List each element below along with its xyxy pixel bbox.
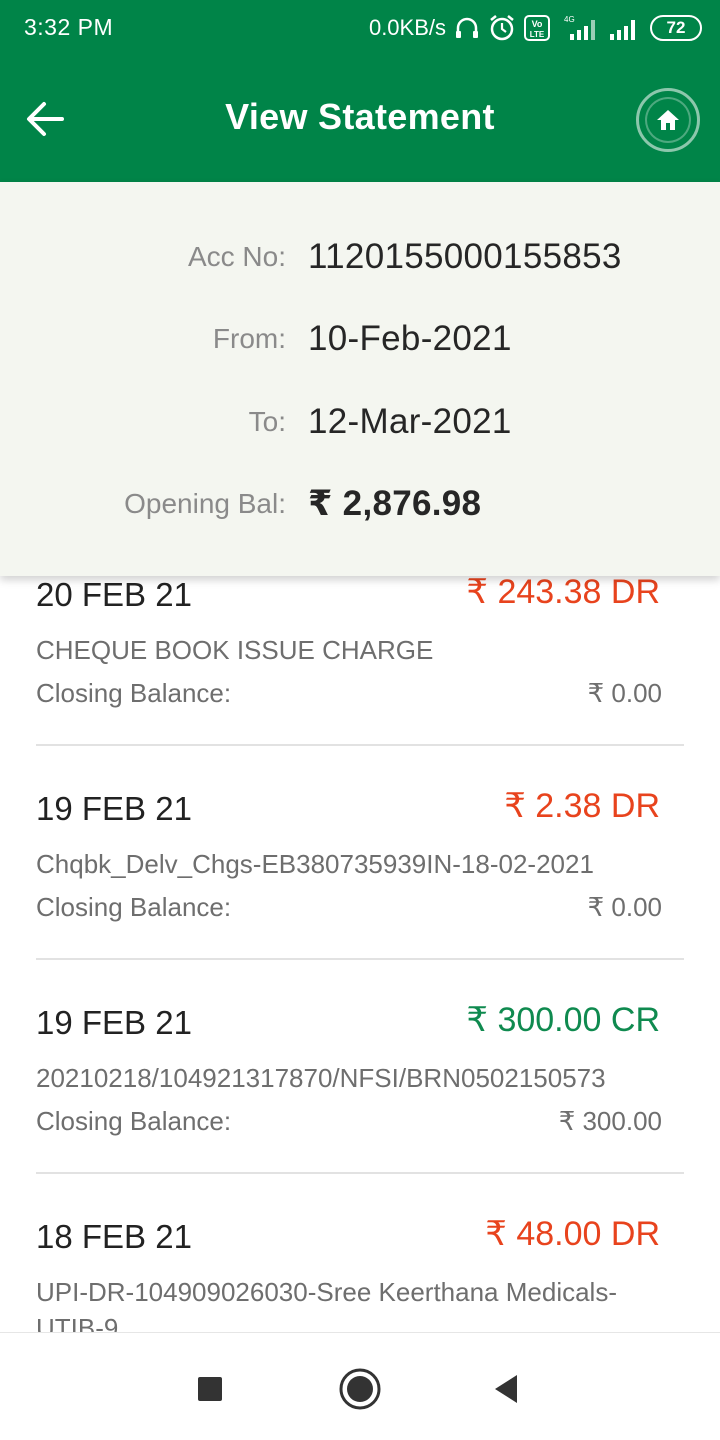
transaction-description: 20210218/104921317870/NFSI/BRN0502150573 [36, 1063, 606, 1093]
transaction-amount: ₹ 300.00 CR [466, 1001, 660, 1039]
closing-balance-value: ₹ 0.00 [587, 678, 662, 708]
to-row: To: 12-Mar-2021 [0, 397, 720, 447]
status-time: 3:32 PM [24, 14, 114, 40]
transaction-date: 19 FEB 21 [36, 1004, 192, 1041]
divider [36, 744, 684, 746]
battery-indicator: 72 [650, 15, 702, 41]
volte-icon: Vo LTE [524, 15, 550, 41]
transaction-amount: ₹ 2.38 DR [504, 787, 660, 825]
alarm-icon [488, 14, 516, 42]
headphones-icon [454, 15, 480, 41]
signal-icon [608, 14, 642, 42]
opening-bal-value: ₹ 2,876.98 [308, 484, 482, 523]
transaction-date: 19 FEB 21 [36, 790, 192, 827]
opening-bal-row: Opening Bal: ₹ 2,876.98 [0, 479, 720, 529]
network-speed: 0.0KB/s [368, 15, 446, 40]
opening-bal-label: Opening Bal: [124, 488, 286, 519]
transaction-date: 20 FEB 21 [36, 576, 192, 613]
status-icons: 0.0KB/s Vo LTE 4G 72 [369, 12, 702, 44]
back-triangle-icon [495, 1375, 517, 1403]
home-nav-button[interactable] [338, 1367, 382, 1411]
closing-balance-label: Closing Balance: [36, 1106, 232, 1136]
transaction-description: Chqbk_Delv_Chgs-EB380735939IN-18-02-2021 [36, 849, 594, 879]
from-value: 10-Feb-2021 [308, 319, 512, 358]
to-label: To: [248, 406, 286, 437]
signal-4g-icon: 4G [558, 14, 600, 42]
recents-button[interactable] [188, 1367, 232, 1411]
home-icon [657, 110, 679, 130]
from-row: From: 10-Feb-2021 [0, 314, 720, 364]
home-button[interactable] [636, 88, 700, 152]
svg-text:Vo: Vo [532, 19, 543, 29]
recents-icon [198, 1377, 222, 1401]
transaction-description: UPI-DR-104909026030-Sree Keerthana Medic… [36, 1277, 617, 1332]
back-nav-button[interactable] [484, 1367, 528, 1411]
transaction-list[interactable]: 20 FEB 21 ₹ 243.38 DR CHEQUE BOOK ISSUE … [0, 576, 720, 1332]
acc-no-value: 1120155000155853 [308, 237, 622, 276]
svg-text:4G: 4G [564, 15, 575, 24]
transaction-description: CHEQUE BOOK ISSUE CHARGE [36, 635, 434, 665]
from-label: From: [212, 323, 286, 354]
transaction-amount: ₹ 48.00 DR [485, 1215, 660, 1253]
page-title: View Statement [225, 96, 495, 137]
app-bar: View Statement [0, 56, 720, 182]
svg-text:LTE: LTE [530, 30, 545, 39]
acc-no-row: Acc No: 1120155000155853 [0, 232, 720, 282]
acc-no-label: Acc No: [187, 241, 286, 272]
transaction-amount: ₹ 243.38 DR [466, 576, 660, 611]
divider [36, 1172, 684, 1174]
closing-balance-value: ₹ 0.00 [587, 892, 662, 922]
divider [36, 958, 684, 960]
transaction-date: 18 FEB 21 [36, 1218, 192, 1255]
status-bar: 3:32 PM 0.0KB/s Vo LTE 4G 72 [0, 0, 720, 56]
account-info-card: Acc No: 1120155000155853 From: 10-Feb-20… [0, 182, 720, 576]
system-nav-bar [0, 1332, 720, 1440]
closing-balance-value: ₹ 300.00 [558, 1106, 662, 1136]
to-value: 12-Mar-2021 [308, 402, 512, 441]
closing-balance-label: Closing Balance: [36, 678, 232, 708]
home-circle-icon [339, 1368, 381, 1410]
closing-balance-label: Closing Balance: [36, 892, 232, 922]
